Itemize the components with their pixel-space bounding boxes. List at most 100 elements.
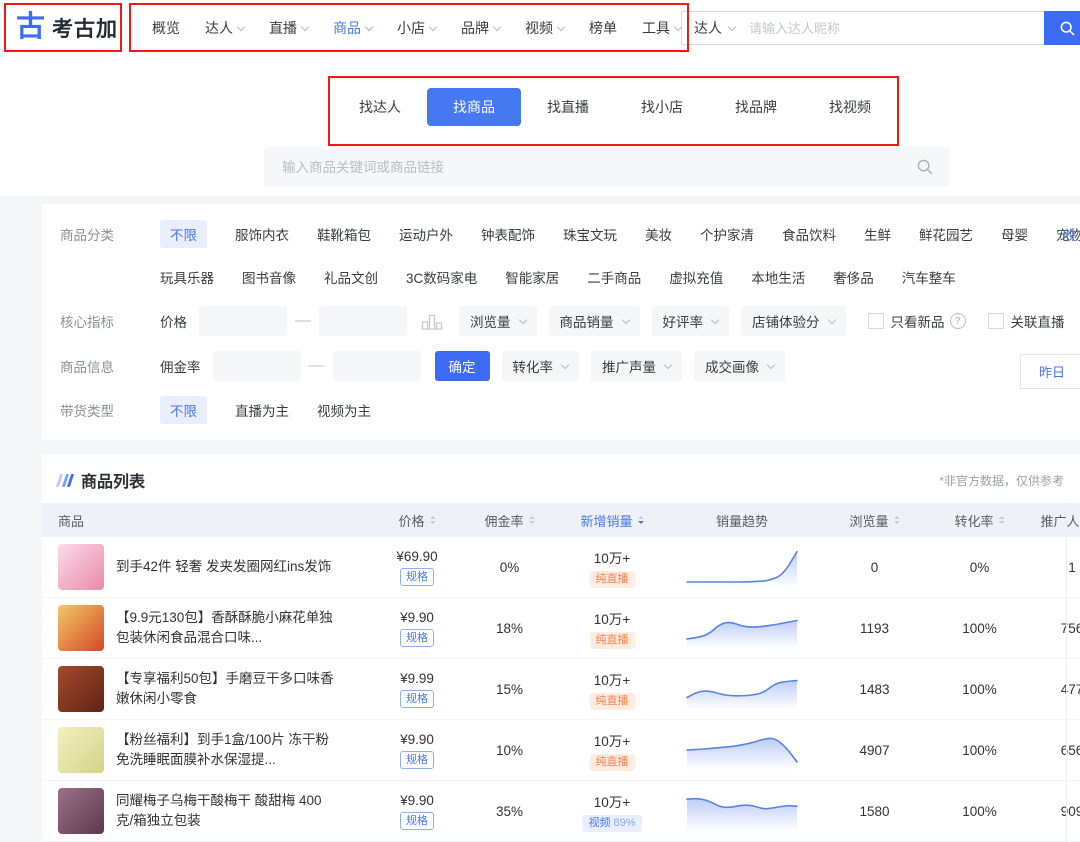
price-min-input[interactable] bbox=[199, 306, 287, 336]
nav-item-小店[interactable]: 小店 bbox=[397, 18, 436, 38]
category-option[interactable]: 本地生活 bbox=[751, 263, 805, 291]
tab-找视频[interactable]: 找视频 bbox=[803, 88, 897, 126]
sort-icon bbox=[638, 516, 644, 524]
spec-tag[interactable]: 规格 bbox=[400, 690, 434, 708]
category-option[interactable]: 图书音像 bbox=[242, 263, 296, 291]
nav-item-榜单[interactable]: 榜单 bbox=[589, 18, 617, 38]
price-value: ¥9.90 bbox=[372, 610, 462, 625]
category-option[interactable]: 虚拟充值 bbox=[669, 263, 723, 291]
search-category-select[interactable]: 达人 bbox=[682, 18, 747, 38]
spec-tag[interactable]: 规格 bbox=[400, 568, 434, 586]
category-option[interactable]: 玩具乐器 bbox=[160, 263, 214, 291]
nav-item-工具[interactable]: 工具 bbox=[642, 18, 681, 38]
commission-min-input[interactable] bbox=[213, 351, 301, 381]
header-search-button[interactable] bbox=[1044, 11, 1080, 45]
category-option[interactable]: 汽车整车 bbox=[902, 263, 956, 291]
spec-tag[interactable]: 规格 bbox=[400, 812, 434, 830]
table-row[interactable]: 【专享福利50包】手磨豆干多口味香嫩休闲小零食¥9.99规格15%10万+纯直播… bbox=[42, 659, 1080, 720]
spec-tag[interactable]: 规格 bbox=[400, 629, 434, 647]
table-row[interactable]: 到手42件 轻奢 发夹发圈网红ins发饰¥69.90规格0%10万+纯直播00%… bbox=[42, 537, 1080, 598]
product-list-header: 商品列表 *非官方数据，仅供参考 bbox=[42, 454, 1080, 503]
tab-找商品[interactable]: 找商品 bbox=[427, 88, 521, 126]
category-option[interactable]: 二手商品 bbox=[587, 263, 641, 291]
category-option[interactable]: 生鲜 bbox=[864, 220, 891, 248]
price-value: ¥9.90 bbox=[372, 732, 462, 747]
tab-找小店[interactable]: 找小店 bbox=[615, 88, 709, 126]
product-title[interactable]: 【粉丝福利】到手1盒/100片 冻干粉免洗睡眠面膜补水保湿提... bbox=[116, 730, 334, 770]
nav-item-直播[interactable]: 直播 bbox=[269, 18, 308, 38]
column-header-推广人数[interactable]: 推广人数 bbox=[1027, 511, 1080, 530]
tab-找达人[interactable]: 找达人 bbox=[333, 88, 427, 126]
category-option[interactable]: 鲜花园艺 bbox=[919, 220, 973, 248]
dropdown-推广声量[interactable]: 推广声量 bbox=[591, 351, 682, 381]
spec-tag[interactable]: 规格 bbox=[400, 751, 434, 769]
category-option[interactable]: 奢侈品 bbox=[833, 263, 874, 291]
product-title[interactable]: 到手42件 轻奢 发夹发圈网红ins发饰 bbox=[116, 557, 334, 577]
date-range-button[interactable]: 昨日 bbox=[1020, 354, 1080, 389]
nav-item-品牌[interactable]: 品牌 bbox=[461, 18, 500, 38]
checkbox-只看新品[interactable]: 只看新品? bbox=[868, 311, 966, 331]
confirm-button[interactable]: 确定 bbox=[435, 351, 490, 381]
sales-value: 10万+ bbox=[557, 669, 667, 689]
category-option[interactable]: 智能家居 bbox=[505, 263, 559, 291]
column-header-价格[interactable]: 价格 bbox=[372, 511, 462, 530]
checkbox-关联直播[interactable]: 关联直播 bbox=[988, 311, 1065, 331]
category-option[interactable]: 运动户外 bbox=[399, 220, 453, 248]
category-option[interactable]: 珠宝文玩 bbox=[563, 220, 617, 248]
category-option[interactable]: 钟表配饰 bbox=[481, 220, 535, 248]
brand-logo[interactable]: 古 考古加 bbox=[16, 13, 134, 43]
dropdown-转化率[interactable]: 转化率 bbox=[502, 351, 580, 381]
dropdown-label: 好评率 bbox=[663, 311, 704, 331]
product-title[interactable]: 同耀梅子乌梅干酸梅干 酸甜梅 400克/箱独立包装 bbox=[116, 791, 334, 831]
checkbox-box bbox=[988, 313, 1004, 329]
column-header-新增销量[interactable]: 新增销量 bbox=[557, 511, 667, 530]
product-title[interactable]: 【专享福利50包】手磨豆干多口味香嫩休闲小零食 bbox=[116, 669, 334, 709]
category-option[interactable]: 母婴 bbox=[1001, 220, 1028, 248]
header-search-input[interactable] bbox=[747, 20, 1044, 37]
table-row[interactable]: 【9.9元130包】香酥酥脆小麻花单独包装休闲食品混合口味... ¥9.90 规格 1… bbox=[42, 598, 1080, 659]
dropdown-成交画像[interactable]: 成交画像 bbox=[694, 351, 785, 381]
commission-max-input[interactable] bbox=[333, 351, 421, 381]
sale-type-option[interactable]: 视频为主 bbox=[317, 396, 371, 424]
column-header-转化率[interactable]: 转化率 bbox=[932, 511, 1027, 530]
category-option[interactable]: 鞋靴箱包 bbox=[317, 220, 371, 248]
sale-type-option[interactable]: 不限 bbox=[160, 396, 207, 424]
price-max-input[interactable] bbox=[319, 306, 407, 336]
collapse-filters-link[interactable]: 收 bbox=[1063, 224, 1077, 244]
dropdown-好评率[interactable]: 好评率 bbox=[652, 306, 730, 336]
category-option[interactable]: 3C数码家电 bbox=[406, 263, 477, 291]
table-row[interactable]: 【粉丝福利】到手1盒/100片 冻干粉免洗睡眠面膜补水保湿提... ¥9.90 规格… bbox=[42, 720, 1080, 781]
category-option[interactable]: 不限 bbox=[160, 220, 207, 248]
category-option[interactable]: 美妆 bbox=[645, 220, 672, 248]
nav-item-达人[interactable]: 达人 bbox=[205, 18, 244, 38]
category-option[interactable]: 礼品文创 bbox=[324, 263, 378, 291]
product-search-input[interactable] bbox=[280, 159, 916, 176]
pinned-column-divider bbox=[1066, 502, 1067, 842]
column-header-浏览量[interactable]: 浏览量 bbox=[817, 511, 932, 530]
category-option[interactable]: 服饰内衣 bbox=[235, 220, 289, 248]
nav-item-视频[interactable]: 视频 bbox=[525, 18, 564, 38]
column-header-佣金率[interactable]: 佣金率 bbox=[462, 511, 557, 530]
commission-cell: 15% bbox=[462, 682, 557, 697]
nav-item-商品[interactable]: 商品 bbox=[333, 18, 372, 38]
table-row[interactable]: 同耀梅子乌梅干酸梅干 酸甜梅 400克/箱独立包装¥9.90规格35%10万+视… bbox=[42, 781, 1080, 842]
dropdown-浏览量[interactable]: 浏览量 bbox=[459, 306, 537, 336]
price-distribution-icon[interactable] bbox=[421, 312, 443, 331]
filter-label: 核心指标 bbox=[60, 311, 160, 331]
conversion-cell: 100% bbox=[932, 804, 1027, 819]
table-body: 到手42件 轻奢 发夹发圈网红ins发饰¥69.90规格0%10万+纯直播00%… bbox=[42, 537, 1080, 842]
product-title[interactable]: 【9.9元130包】香酥酥脆小麻花单独包装休闲食品混合口味... bbox=[116, 608, 334, 648]
chevron-down-icon bbox=[728, 22, 736, 30]
dropdown-商品销量[interactable]: 商品销量 bbox=[549, 306, 640, 336]
dropdown-店铺体验分[interactable]: 店铺体验分 bbox=[741, 306, 846, 336]
category-option[interactable]: 食品饮料 bbox=[782, 220, 836, 248]
category-option[interactable]: 个护家清 bbox=[700, 220, 754, 248]
live-tag: 纯直播 bbox=[590, 571, 635, 588]
nav-item-概览[interactable]: 概览 bbox=[152, 18, 180, 38]
sale-type-option[interactable]: 直播为主 bbox=[235, 396, 289, 424]
tab-找直播[interactable]: 找直播 bbox=[521, 88, 615, 126]
views-cell: 1193 bbox=[817, 621, 932, 636]
category-options-row2: 玩具乐器图书音像礼品文创 3C数码家电智能家居二手商品虚拟充值本地生活奢侈品汽车整… bbox=[160, 263, 956, 291]
tab-找品牌[interactable]: 找品牌 bbox=[709, 88, 803, 126]
sort-icon bbox=[529, 516, 535, 524]
